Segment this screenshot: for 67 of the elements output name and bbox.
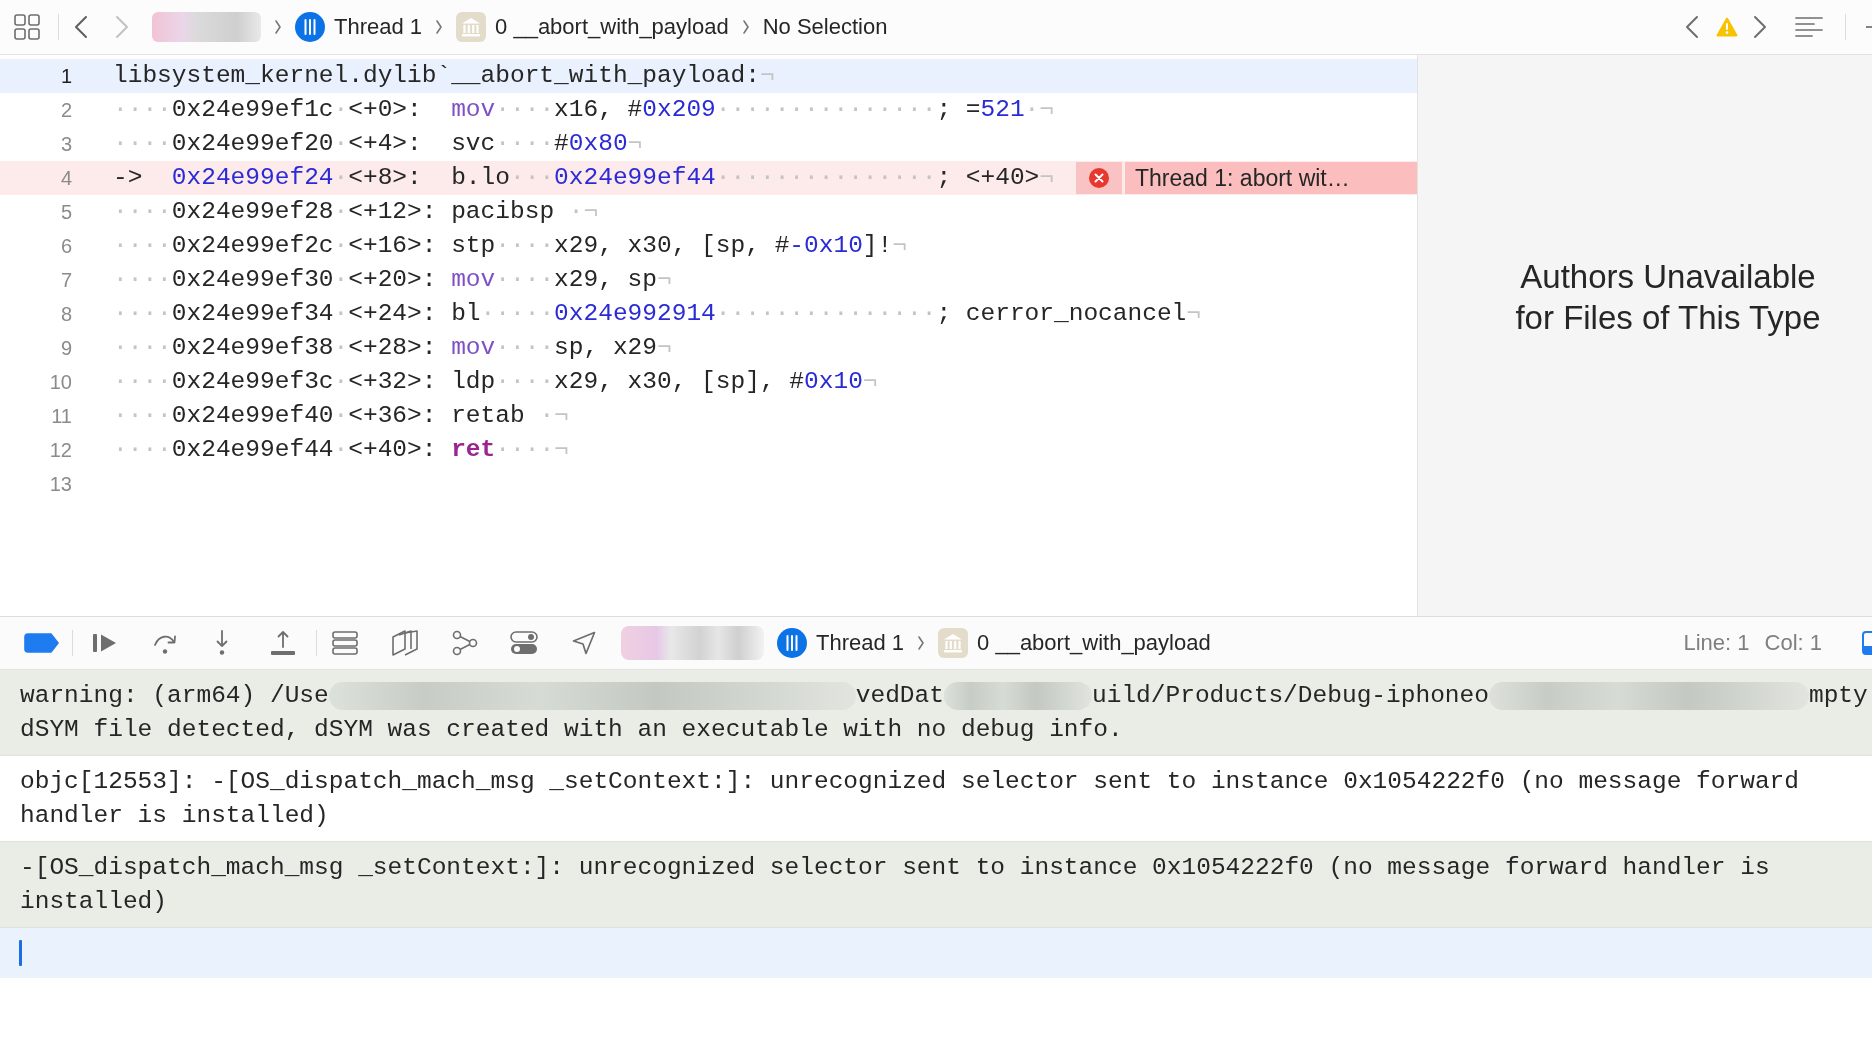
text-lines-icon[interactable] — [1795, 16, 1823, 38]
chevron-right-icon — [741, 19, 750, 35]
line-number: 1 — [59, 64, 72, 88]
grid-icon[interactable] — [14, 14, 40, 40]
text-caret-icon — [19, 940, 22, 966]
breadcrumb-item[interactable]: 0 __abort_with_payload — [456, 12, 729, 42]
line-number: 5 — [59, 200, 72, 224]
console-text: warning: (arm64) /Use — [20, 681, 329, 711]
code-text: ····0x24e99ef38·<+28>: mov····sp, x29¬ — [113, 333, 672, 363]
line-number: 10 — [48, 370, 72, 394]
chevron-right-icon — [274, 19, 282, 35]
step-out-icon[interactable] — [270, 630, 296, 656]
code-text: -> 0x24e99ef24·<+8>: b.lo···0x24e99ef44···············; <+40>¬ — [113, 163, 1054, 193]
code-text: ····0x24e99ef40·<+36>: retab ·¬ — [113, 401, 569, 431]
panel-layout-icon[interactable] — [1862, 631, 1872, 655]
nodes-icon[interactable] — [452, 630, 478, 656]
console-text: vedDat — [855, 681, 944, 711]
line-number: 2 — [59, 98, 72, 122]
chevron-right-icon[interactable] — [1753, 15, 1767, 39]
line-number: 8 — [59, 302, 72, 326]
console-text: -[OS_dispatch_mach_msg _setContext:]: unrecognized selector sent to instance 0x1054222f0 (no message forward handler is installed) — [20, 854, 1771, 915]
code-text: ····0x24e99ef28·<+12>: pacibsp ·¬ — [113, 197, 599, 227]
breadcrumb-item[interactable]: Thread 1 — [777, 628, 905, 658]
column-indicator: Col: 1 — [1764, 630, 1822, 656]
line-number: 4 — [59, 166, 72, 190]
code-text: ····0x24e99ef34·<+24>: bl·····0x24e992914···············; cerror_nocancel¬ — [113, 299, 1202, 329]
building-columns-icon — [938, 628, 969, 658]
layers-icon[interactable] — [392, 630, 418, 656]
chevron-left-icon[interactable] — [1685, 15, 1699, 39]
step-into-icon[interactable] — [214, 630, 230, 656]
stacked-bars-icon[interactable] — [332, 631, 358, 655]
line-indicator: Line: 1 — [1683, 630, 1750, 656]
line-number: 9 — [59, 336, 72, 360]
line-number: 13 — [48, 472, 72, 496]
code-text: ····0x24e99ef44·<+40>: ret····¬ — [113, 435, 569, 465]
console-text: dSYM file detected, dSYM was created with an executable with no debug info. — [20, 714, 1123, 745]
code-text: ····0x24e99ef2c·<+16>: stp····x29, x30, [sp, #-0x10]!¬ — [113, 231, 907, 261]
code-text: libsystem_kernel.dylib`__abort_with_payload:¬ — [113, 61, 775, 91]
console-text: mpty — [1808, 681, 1868, 711]
line-number: 3 — [59, 132, 72, 156]
breadcrumb-item[interactable]: 0 __abort_with_payload — [938, 628, 1211, 658]
continue-icon[interactable] — [92, 632, 118, 654]
line-number: 12 — [48, 438, 72, 462]
chevron-left-icon[interactable] — [74, 15, 88, 39]
console-text: uild/Products/Debug-iphoneo — [1092, 681, 1489, 711]
line-number: 7 — [59, 268, 72, 292]
code-text: ····0x24e99ef3c·<+32>: ldp····x29, x30, [sp], #0x10¬ — [113, 367, 878, 397]
line-number: 6 — [59, 234, 72, 258]
error-icon — [1076, 162, 1122, 194]
building-columns-icon — [456, 12, 487, 42]
chevron-right-icon — [435, 19, 444, 35]
thread-icon — [777, 628, 807, 658]
breakpoint-icon[interactable] — [24, 633, 60, 653]
breadcrumb-item[interactable]: No Selection — [762, 14, 888, 40]
chevron-right-icon — [917, 635, 926, 651]
annotation-text: Thread 1: abort wit… — [1125, 162, 1417, 194]
console-text: objc[12553]: -[OS_dispatch_mach_msg _setContext:]: unrecognized selector sent to instance 0x1054222f0 (no message forward handler is installed) — [20, 768, 1800, 829]
thread-icon — [295, 12, 325, 42]
line-number: 11 — [50, 404, 72, 428]
console-input[interactable] — [0, 928, 1872, 978]
empty-state-message: Authors Unavailable for Files of This Type — [1514, 257, 1822, 338]
toggle-switches-icon[interactable] — [510, 631, 538, 655]
code-text: ····0x24e99ef1c·<+0>: mov····x16, #0x209···············; =521·¬ — [113, 95, 1054, 125]
breadcrumb-item[interactable]: Thread 1 — [295, 12, 423, 42]
code-text: ····0x24e99ef20·<+4>: svc····#0x80¬ — [113, 129, 643, 159]
code-text: ····0x24e99ef30·<+20>: mov····x29, sp¬ — [113, 265, 672, 295]
location-arrow-icon[interactable] — [572, 631, 596, 655]
